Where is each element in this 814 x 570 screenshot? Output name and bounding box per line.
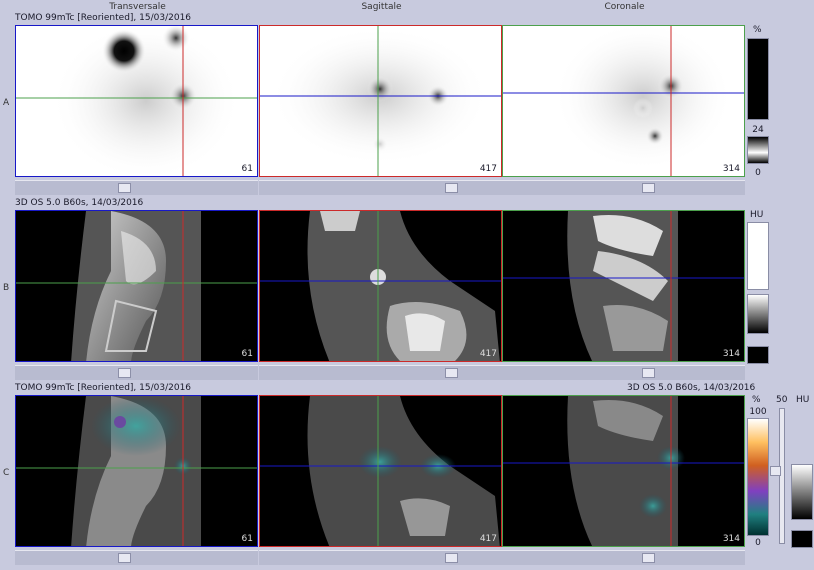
spect-scale-unit: % xyxy=(753,25,762,35)
nav-bar-c-coronale[interactable] xyxy=(502,550,745,565)
nav-bar-c-sagittale[interactable] xyxy=(259,550,502,565)
row-label-a: A xyxy=(3,98,10,108)
slice-number: 61 xyxy=(241,164,253,174)
slice-slider-handle[interactable] xyxy=(445,183,458,193)
nav-bar-b-sagittale[interactable] xyxy=(259,365,502,380)
ct-series-label: 3D OS 5.0 B60s, 14/03/2016 xyxy=(15,198,144,208)
slice-slider-handle[interactable] xyxy=(118,183,131,193)
fusion-series-label-left: TOMO 99mTc [Reoriented], 15/03/2016 xyxy=(15,383,192,393)
ct-scale-unit: HU xyxy=(750,210,764,220)
slice-slider-handle[interactable] xyxy=(642,183,655,193)
spect-scale-mid: 24 xyxy=(752,125,764,135)
header-sagittale: Sagittale xyxy=(361,2,402,12)
slice-number: 417 xyxy=(479,534,497,544)
spect-scale-low: 0 xyxy=(755,168,761,178)
slice-number: 61 xyxy=(241,534,253,544)
row-label-b: B xyxy=(3,283,10,293)
fusion-ct-scale-unit: HU xyxy=(796,395,810,405)
viewport-c-transversale[interactable]: 61 xyxy=(15,395,258,547)
fusion-scale-low: 0 xyxy=(755,538,761,548)
fusion-scale-unit: % xyxy=(752,395,761,405)
ct-color-scale[interactable] xyxy=(747,222,769,290)
slice-number: 417 xyxy=(479,164,497,174)
fusion-ct-scale-bottom xyxy=(791,530,813,548)
nav-bar-b-transversale[interactable] xyxy=(15,365,258,380)
slice-number: 61 xyxy=(241,349,253,359)
fusion-blend-slider-handle[interactable] xyxy=(770,466,781,476)
spect-scale-window[interactable] xyxy=(747,136,769,164)
slice-number: 314 xyxy=(722,349,740,359)
viewport-a-coronale[interactable]: 314 xyxy=(502,25,745,177)
slice-slider-handle[interactable] xyxy=(642,553,655,563)
ct-scale-bottom xyxy=(747,346,769,364)
ct-scale-window[interactable] xyxy=(747,294,769,334)
viewport-c-coronale[interactable]: 314 xyxy=(502,395,745,547)
spect-color-scale[interactable] xyxy=(747,38,769,120)
fusion-series-label-right: 3D OS 5.0 B60s, 14/03/2016 xyxy=(627,383,756,393)
viewport-a-transversale[interactable]: 61 xyxy=(15,25,258,177)
viewport-b-transversale[interactable]: 61 xyxy=(15,210,258,362)
slice-slider-handle[interactable] xyxy=(642,368,655,378)
slice-slider-handle[interactable] xyxy=(118,368,131,378)
fusion-ct-scale[interactable] xyxy=(791,464,813,520)
row-label-c: C xyxy=(3,468,10,478)
slice-number: 417 xyxy=(479,349,497,359)
nav-bar-a-coronale[interactable] xyxy=(502,180,745,195)
slice-number: 314 xyxy=(722,164,740,174)
nav-bar-a-sagittale[interactable] xyxy=(259,180,502,195)
fusion-window-label: 50 xyxy=(776,395,788,405)
fusion-color-scale[interactable] xyxy=(747,418,769,536)
slice-number: 314 xyxy=(722,534,740,544)
viewport-c-sagittale[interactable]: 417 xyxy=(259,395,502,547)
slice-slider-handle[interactable] xyxy=(445,553,458,563)
nav-bar-a-transversale[interactable] xyxy=(15,180,258,195)
nav-bar-b-coronale[interactable] xyxy=(502,365,745,380)
fusion-scale-high: 100 xyxy=(749,407,767,417)
viewport-b-coronale[interactable]: 314 xyxy=(502,210,745,362)
header-transversale: Transversale xyxy=(109,2,166,12)
viewport-b-sagittale[interactable]: 417 xyxy=(259,210,502,362)
slice-slider-handle[interactable] xyxy=(445,368,458,378)
fusion-blend-slider-track[interactable] xyxy=(779,408,785,544)
nav-bar-c-transversale[interactable] xyxy=(15,550,258,565)
spect-series-label: TOMO 99mTc [Reoriented], 15/03/2016 xyxy=(15,13,192,23)
header-coronale: Coronale xyxy=(604,2,645,12)
slice-slider-handle[interactable] xyxy=(118,553,131,563)
viewport-a-sagittale[interactable]: 417 xyxy=(259,25,502,177)
